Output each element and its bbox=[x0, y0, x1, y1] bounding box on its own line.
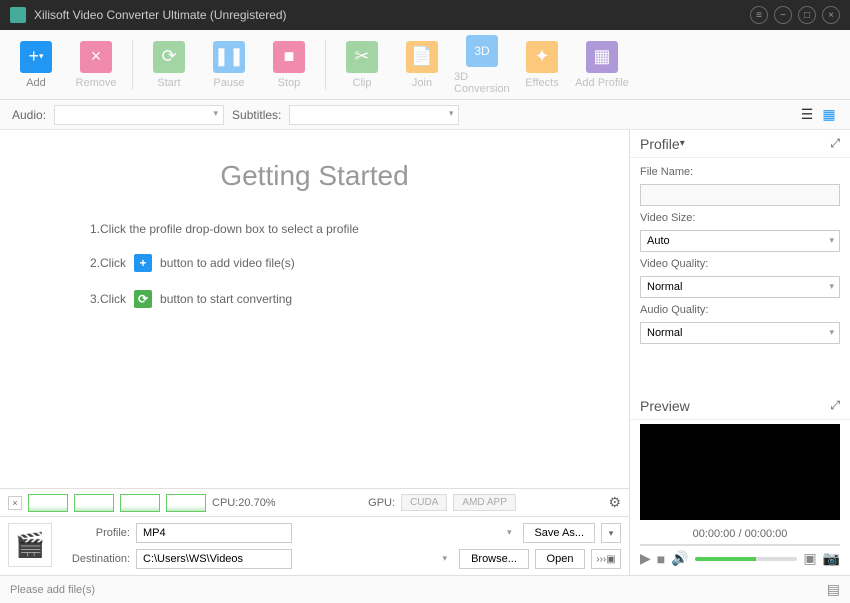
maximize-icon[interactable]: □ bbox=[798, 6, 816, 24]
open-button[interactable]: Open bbox=[535, 549, 585, 569]
cpu-meter bbox=[166, 494, 206, 512]
join-button[interactable]: 📄 Join bbox=[394, 35, 450, 95]
expand-icon[interactable]: ⤢ bbox=[830, 398, 840, 413]
window-title: Xilisoft Video Converter Ultimate (Unreg… bbox=[34, 8, 750, 22]
save-as-button[interactable]: Save As... bbox=[523, 523, 595, 543]
step-2: 2.Click + button to add video file(s) bbox=[40, 254, 589, 272]
close-icon[interactable]: × bbox=[822, 6, 840, 24]
add-button[interactable]: +▾ Add bbox=[8, 35, 64, 95]
refresh-icon: ⟳ bbox=[153, 41, 185, 73]
add-profile-button[interactable]: ▦ Add Profile bbox=[574, 35, 630, 95]
browse-button[interactable]: Browse... bbox=[459, 549, 529, 569]
wand-icon: ✦ bbox=[526, 41, 558, 73]
separator bbox=[325, 40, 326, 90]
convert-button[interactable]: ›››▣ bbox=[591, 549, 621, 569]
3d-conversion-button[interactable]: 3D 3D Conversion bbox=[454, 35, 510, 95]
cpu-row: × CPU:20.70% GPU: CUDA AMD APP ⚙ bbox=[0, 488, 629, 516]
profile-select[interactable] bbox=[136, 523, 292, 543]
statusbar: Please add file(s) ▤ bbox=[0, 575, 850, 603]
step-1: 1.Click the profile drop-down box to sel… bbox=[40, 222, 589, 236]
filename-label: File Name: bbox=[640, 166, 840, 178]
camera-icon[interactable]: 📷 bbox=[823, 550, 840, 567]
close-cpu-icon[interactable]: × bbox=[8, 496, 22, 510]
subtitles-label: Subtitles: bbox=[232, 108, 281, 122]
separator bbox=[132, 40, 133, 90]
cpu-meter bbox=[74, 494, 114, 512]
toolbar: +▾ Add × Remove ⟳ Start ❚❚ Pause ■ Stop … bbox=[0, 30, 850, 100]
destination-input[interactable] bbox=[136, 549, 292, 569]
profile-header: Profile▾ ⤢ bbox=[630, 130, 850, 158]
audio-label: Audio: bbox=[12, 108, 46, 122]
effects-button[interactable]: ✦ Effects bbox=[514, 35, 570, 95]
titlebar: Xilisoft Video Converter Ultimate (Unreg… bbox=[0, 0, 850, 30]
subtitles-select[interactable] bbox=[289, 105, 459, 125]
list-icon[interactable]: ▤ bbox=[827, 581, 840, 598]
clip-button[interactable]: ✂ Clip bbox=[334, 35, 390, 95]
page-icon: ▦ bbox=[586, 41, 618, 73]
filename-input[interactable] bbox=[640, 184, 840, 206]
pause-icon: ❚❚ bbox=[213, 41, 245, 73]
preview-header: Preview ⤢ bbox=[630, 392, 850, 420]
getting-started-title: Getting Started bbox=[40, 160, 589, 192]
minimize-icon[interactable]: − bbox=[774, 6, 792, 24]
videoquality-label: Video Quality: bbox=[640, 258, 840, 270]
chevron-down-icon[interactable]: ▾ bbox=[601, 523, 621, 543]
3d-icon: 3D bbox=[466, 35, 498, 67]
refresh-icon: ⟳ bbox=[134, 290, 152, 308]
audioquality-select[interactable] bbox=[640, 322, 840, 344]
expand-icon[interactable]: ⤢ bbox=[830, 136, 840, 151]
videosize-label: Video Size: bbox=[640, 212, 840, 224]
preview-area bbox=[640, 424, 840, 520]
volume-slider[interactable] bbox=[695, 557, 798, 561]
app-logo-icon bbox=[10, 7, 26, 23]
audioquality-label: Audio Quality: bbox=[640, 304, 840, 316]
scissors-icon: ✂ bbox=[346, 41, 378, 73]
bottom-section: 🎬 Profile: Save As... ▾ Destination: Bro… bbox=[0, 516, 629, 575]
audio-select[interactable] bbox=[54, 105, 224, 125]
list-view-icon[interactable]: ☰ bbox=[798, 106, 816, 124]
plus-icon: +▾ bbox=[20, 41, 52, 73]
screen-icon[interactable]: ▣ bbox=[803, 550, 816, 567]
videosize-select[interactable] bbox=[640, 230, 840, 252]
preview-time: 00:00:00 / 00:00:00 bbox=[630, 524, 850, 544]
right-panel: Profile▾ ⤢ File Name: Video Size: Video … bbox=[630, 130, 850, 575]
play-icon[interactable]: ▶ bbox=[640, 550, 651, 567]
status-message: Please add file(s) bbox=[10, 584, 95, 596]
profile-label: Profile: bbox=[60, 527, 130, 539]
stop-button[interactable]: ■ Stop bbox=[261, 35, 317, 95]
pause-button[interactable]: ❚❚ Pause bbox=[201, 35, 257, 95]
x-icon: × bbox=[80, 41, 112, 73]
step-3: 3.Click ⟳ button to start converting bbox=[40, 290, 589, 308]
gpu-label: GPU: bbox=[368, 497, 395, 509]
cpu-label: CPU:20.70% bbox=[212, 497, 276, 509]
plus-icon: + bbox=[134, 254, 152, 272]
stop-icon: ■ bbox=[273, 41, 305, 73]
cpu-meter bbox=[28, 494, 68, 512]
grid-view-icon[interactable]: ▦ bbox=[820, 106, 838, 124]
gear-icon[interactable]: ⚙ bbox=[608, 494, 621, 511]
videoquality-select[interactable] bbox=[640, 276, 840, 298]
content-area: Getting Started 1.Click the profile drop… bbox=[0, 130, 629, 488]
remove-button[interactable]: × Remove bbox=[68, 35, 124, 95]
stop-icon[interactable]: ■ bbox=[657, 551, 665, 567]
menu-icon[interactable]: ≡ bbox=[750, 6, 768, 24]
start-button[interactable]: ⟳ Start bbox=[141, 35, 197, 95]
document-icon: 📄 bbox=[406, 41, 438, 73]
destination-label: Destination: bbox=[60, 553, 130, 565]
volume-icon[interactable]: 🔊 bbox=[671, 550, 688, 567]
cuda-button[interactable]: CUDA bbox=[401, 494, 447, 511]
subbar: Audio: Subtitles: ☰ ▦ bbox=[0, 100, 850, 130]
cpu-meter bbox=[120, 494, 160, 512]
file-type-icon: 🎬 bbox=[8, 523, 52, 567]
amd-button[interactable]: AMD APP bbox=[453, 494, 515, 511]
